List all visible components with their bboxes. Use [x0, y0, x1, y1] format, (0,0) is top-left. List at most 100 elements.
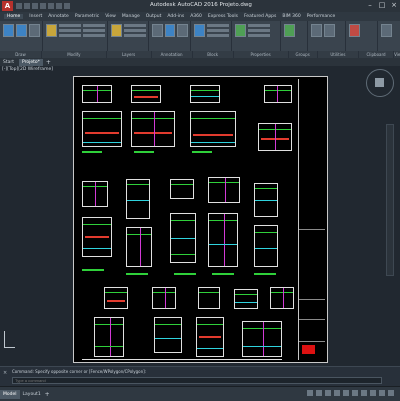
osnap-icon[interactable]: [343, 390, 349, 396]
stretch-icon[interactable]: [83, 34, 105, 37]
command-history: Command: Specify opposite corner or [Fen…: [12, 369, 147, 374]
detail-drawing: [190, 111, 236, 147]
ortho-icon[interactable]: [325, 390, 331, 396]
text-icon[interactable]: [152, 24, 163, 37]
new-icon[interactable]: [16, 3, 22, 9]
lineweight-dropdown[interactable]: [248, 29, 270, 32]
tab-performance[interactable]: Performance: [307, 14, 336, 19]
panel-label-utilities[interactable]: Utilities: [318, 51, 359, 58]
layer-properties-icon[interactable]: [111, 24, 122, 37]
calculator-icon[interactable]: [324, 24, 336, 37]
tab-a360[interactable]: A360: [190, 14, 202, 19]
properties-tools: [248, 24, 270, 37]
file-tab-start[interactable]: Start: [0, 59, 17, 66]
annotation-scale-icon[interactable]: [361, 390, 367, 396]
paste-icon[interactable]: [348, 24, 360, 37]
save-as-icon[interactable]: [40, 3, 46, 9]
tab-express-tools[interactable]: Express Tools: [208, 14, 238, 19]
match-properties-icon[interactable]: [235, 24, 246, 37]
tab-parametric[interactable]: Parametric: [75, 14, 99, 19]
copy-icon[interactable]: [59, 29, 81, 32]
tab-view[interactable]: View: [105, 14, 116, 19]
linetype-dropdown[interactable]: [248, 34, 270, 37]
tab-annotate[interactable]: Annotate: [48, 14, 69, 19]
view-panel: [378, 21, 400, 51]
layer-dropdown[interactable]: [124, 24, 146, 27]
mirror-icon[interactable]: [59, 34, 81, 37]
tab-layout1[interactable]: Layout1: [20, 390, 44, 399]
tab-output[interactable]: Output: [146, 14, 162, 19]
fullscreen-icon[interactable]: [379, 390, 385, 396]
polyline-icon[interactable]: [16, 24, 27, 37]
tab-model[interactable]: Model: [0, 389, 20, 399]
polar-icon[interactable]: [334, 390, 340, 396]
panel-label-modify[interactable]: Modify: [42, 51, 107, 58]
block-panel: [191, 21, 232, 51]
panel-label-groups[interactable]: Groups: [289, 51, 318, 58]
tab-manage[interactable]: Manage: [122, 14, 140, 19]
customize-menu-icon[interactable]: [388, 390, 394, 396]
table-icon[interactable]: [177, 24, 189, 37]
line-icon[interactable]: [3, 24, 14, 37]
application-menu-button[interactable]: A: [2, 1, 13, 11]
open-icon[interactable]: [24, 3, 30, 9]
detail-caption: [212, 273, 234, 275]
command-input[interactable]: [12, 377, 382, 384]
redo-icon[interactable]: [64, 3, 70, 9]
new-tab-plus-icon[interactable]: +: [45, 59, 52, 66]
detail-drawing: [170, 179, 194, 199]
navigation-bar[interactable]: [386, 124, 394, 276]
close-command-line-icon[interactable]: ×: [3, 370, 7, 376]
maximize-button[interactable]: □: [378, 1, 386, 9]
window-title: Autodesk AutoCAD 2016 Projeto.dwg: [150, 2, 252, 8]
detail-drawing: [94, 317, 124, 357]
title-block-divider: [299, 319, 325, 320]
attribute-icon[interactable]: [207, 34, 229, 37]
undo-icon[interactable]: [56, 3, 62, 9]
title-bar: A Autodesk AutoCAD 2016 Projeto.dwg – □ …: [0, 0, 400, 12]
lineweight-icon[interactable]: [352, 390, 358, 396]
workspace-gear-icon[interactable]: [370, 390, 376, 396]
panel-label-properties[interactable]: Properties: [234, 51, 289, 58]
move-icon[interactable]: [46, 24, 57, 37]
dimension-icon[interactable]: [164, 24, 176, 37]
fillet-icon[interactable]: [83, 29, 105, 32]
detail-drawing: [264, 85, 292, 103]
panel-label-block[interactable]: Block: [193, 51, 234, 58]
panel-label-view[interactable]: View: [394, 51, 400, 58]
file-tab-projeto[interactable]: Projeto*: [19, 58, 43, 66]
edit-block-icon[interactable]: [207, 29, 229, 32]
grid-icon[interactable]: [307, 390, 313, 396]
close-button[interactable]: ×: [390, 1, 398, 9]
tab-home[interactable]: Home: [4, 14, 24, 19]
panel-label-annotation[interactable]: Annotation: [152, 51, 193, 58]
detail-caption: [126, 273, 148, 275]
drawing-area[interactable]: [-][Top][2D Wireframe]: [0, 66, 400, 366]
viewport-controls[interactable]: [-][Top][2D Wireframe]: [2, 67, 53, 72]
panel-label-draw[interactable]: Draw: [0, 51, 43, 58]
print-icon[interactable]: [48, 3, 54, 9]
tab-insert[interactable]: Insert: [29, 14, 42, 19]
utilities-panel: [308, 21, 346, 51]
tab-bim-360[interactable]: BIM 360: [282, 14, 300, 19]
circle-icon[interactable]: [29, 24, 40, 37]
base-view-icon[interactable]: [380, 24, 392, 37]
tab-add-ins[interactable]: Add-ins: [167, 14, 184, 19]
save-icon[interactable]: [32, 3, 38, 9]
color-dropdown[interactable]: [248, 24, 270, 27]
trim-icon[interactable]: [83, 24, 105, 27]
measure-icon[interactable]: [311, 24, 323, 37]
layer-match-icon[interactable]: [124, 34, 146, 37]
minimize-button[interactable]: –: [366, 1, 374, 9]
create-block-icon[interactable]: [207, 24, 229, 27]
add-layout-plus-icon[interactable]: +: [44, 391, 51, 398]
rotate-icon[interactable]: [59, 24, 81, 27]
group-icon[interactable]: [284, 24, 296, 37]
layer-state-icon[interactable]: [124, 29, 146, 32]
tab-featured-apps[interactable]: Featured Apps: [244, 14, 276, 19]
insert-block-icon[interactable]: [194, 24, 205, 37]
panel-label-clipboard[interactable]: Clipboard: [359, 51, 395, 58]
snap-icon[interactable]: [316, 390, 322, 396]
panel-label-layers[interactable]: Layers: [107, 51, 152, 58]
viewcube-icon[interactable]: [366, 69, 394, 97]
